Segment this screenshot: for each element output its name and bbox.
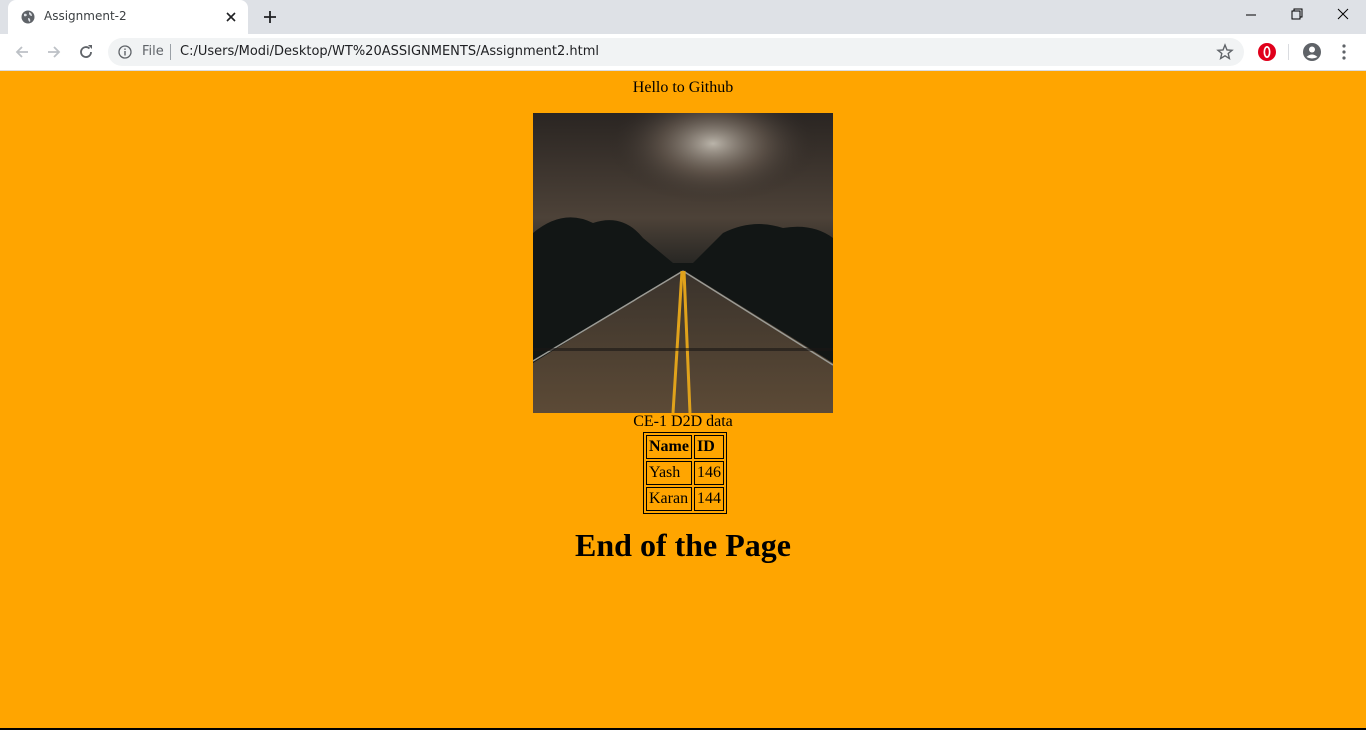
opera-adblock-icon[interactable] [1257,42,1277,62]
address-bar[interactable]: File C:/Users/Modi/Desktop/WT%20ASSIGNME… [108,38,1244,66]
cell-id: 144 [693,487,724,511]
table-header-row: Name ID [646,435,724,459]
road-photo [533,113,833,413]
cell-name: Yash [646,461,692,485]
close-tab-icon[interactable] [223,9,239,25]
close-window-icon[interactable] [1320,0,1366,30]
browser-toolbar: File C:/Users/Modi/Desktop/WT%20ASSIGNME… [0,34,1366,71]
table-row: Karan 144 [646,487,724,511]
table-row: Yash 146 [646,461,724,485]
browser-tab[interactable]: Assignment-2 [8,0,248,34]
globe-icon [21,10,35,24]
new-tab-icon[interactable] [261,8,279,26]
tab-title: Assignment-2 [44,9,127,23]
table-caption: CE-1 D2D data [633,413,733,430]
info-icon[interactable] [118,45,132,59]
address-url[interactable]: C:/Users/Modi/Desktop/WT%20ASSIGNMENTS/A… [180,44,599,59]
bookmark-star-icon[interactable] [1216,43,1234,61]
page-content: Hello to Github CE-1 D2D data Name ID Ya… [0,71,1366,728]
reload-icon[interactable] [76,42,96,62]
cell-id: 146 [693,461,724,485]
header-name: Name [646,435,692,459]
address-scheme: File [142,44,164,59]
address-separator [170,44,171,60]
cell-name: Karan [646,487,692,511]
tab-strip: Assignment-2 [0,0,1366,34]
profile-avatar-icon[interactable] [1302,42,1322,62]
menu-dots-icon[interactable] [1334,42,1354,62]
minimize-icon[interactable] [1228,0,1274,30]
toolbar-divider [1288,44,1289,60]
data-table: Name ID Yash 146 Karan 144 [643,432,727,514]
restore-icon[interactable] [1274,0,1320,30]
forward-arrow-icon[interactable] [44,42,64,62]
back-arrow-icon[interactable] [12,42,32,62]
header-id: ID [693,435,724,459]
greeting-text: Hello to Github [632,79,734,96]
page-footer-heading: End of the Page [575,527,791,563]
